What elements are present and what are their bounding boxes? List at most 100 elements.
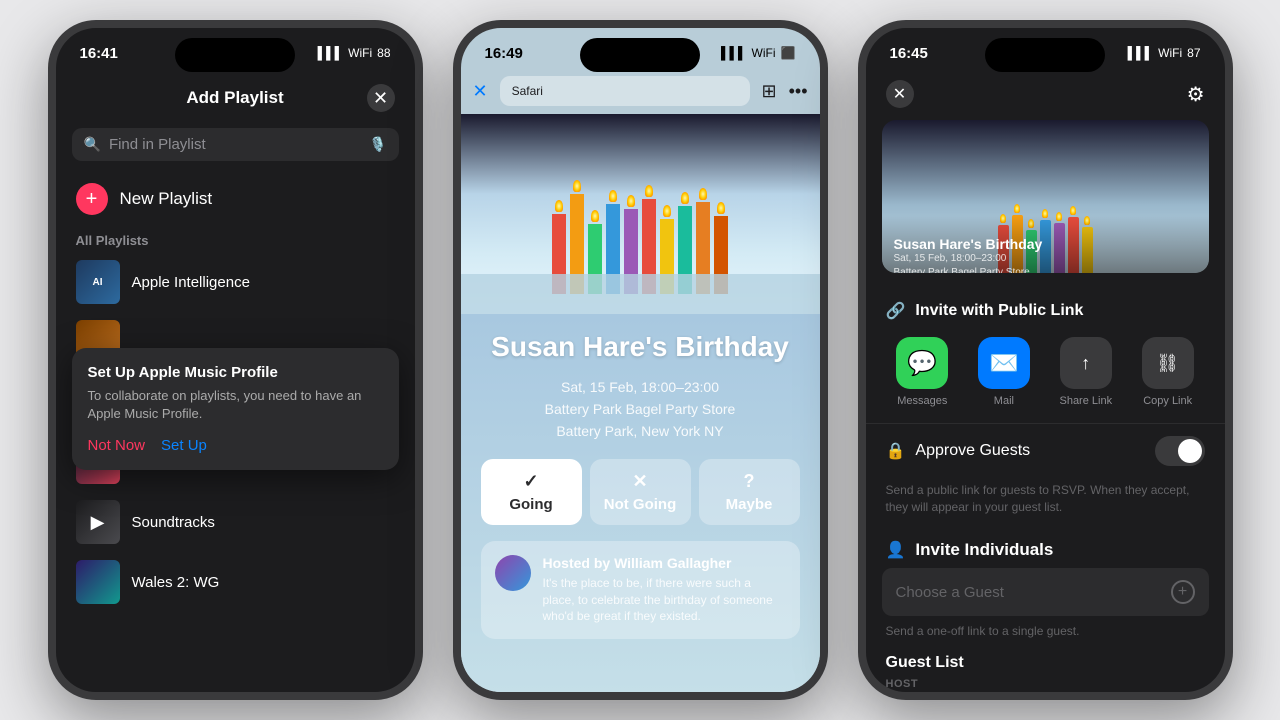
event-meta: Sat, 15 Feb, 18:00–23:00 Battery Park Ba… [481, 376, 800, 443]
toggle-knob [1178, 439, 1202, 463]
section-header: All Playlists [56, 225, 415, 252]
choose-guest-desc: Send a one-off link to a single guest. [866, 620, 1225, 646]
mail-label: Mail [994, 395, 1014, 407]
playlist-thumb [76, 560, 120, 604]
flame [573, 180, 581, 192]
avatar [495, 555, 531, 591]
battery-icon: 87 [1187, 46, 1200, 60]
invite-section-title: Invite with Public Link [915, 302, 1083, 320]
host-section-label: HOST [866, 676, 1225, 692]
host-text: Hosted by William Gallagher It's the pla… [543, 555, 786, 625]
filter-icon[interactable]: ⚙ [1187, 82, 1205, 107]
event-content: Susan Hare's Birthday Sat, 15 Feb, 18:00… [461, 314, 820, 692]
messages-share-item[interactable]: 💬 Messages [896, 337, 948, 407]
event-preview-image: Susan Hare's Birthday Sat, 15 Feb, 18:00… [882, 120, 1209, 273]
flame [591, 210, 599, 222]
new-playlist-row[interactable]: + New Playlist [56, 173, 415, 225]
battery-icon: 88 [377, 46, 390, 60]
wifi-icon: WiFi [752, 46, 776, 60]
hosted-card: Hosted by William Gallagher It's the pla… [481, 541, 800, 639]
maybe-button[interactable]: ? Maybe [699, 459, 800, 525]
preview-location: Battery Park Bagel Party Store [894, 266, 1197, 273]
share-icon[interactable]: ⊞ [762, 81, 777, 102]
copy-icon: ⛓ [1142, 337, 1194, 389]
search-input[interactable]: Find in Playlist [109, 136, 361, 153]
add-guest-button[interactable]: + [1171, 580, 1195, 604]
signal-icon: ▌▌▌ [318, 46, 344, 60]
mail-share-item[interactable]: ✉️ Mail [978, 337, 1030, 407]
close-button[interactable]: ✕ [367, 84, 395, 112]
search-icon: 🔍 [84, 136, 101, 153]
modal-header: Add Playlist ✕ [56, 72, 415, 124]
messages-icon: 💬 [896, 337, 948, 389]
more-icon[interactable]: ••• [789, 81, 808, 102]
plus-icon: + [76, 183, 108, 215]
flame [555, 200, 563, 212]
choose-guest-row[interactable]: Choose a Guest + [882, 568, 1209, 616]
maybe-icon: ? [744, 471, 755, 492]
flame [699, 188, 707, 200]
phone-invite: 16:45 ▌▌▌ WiFi 87 ✕ ⚙ Susan Hare's Birth… [858, 20, 1233, 700]
list-item[interactable]: ▶ Soundtracks [56, 492, 415, 552]
signal-icon: ▌▌▌ [721, 46, 747, 60]
rsvp-row: ✓ Going ✕ Not Going ? Maybe [481, 459, 800, 525]
not-now-button[interactable]: Not Now [88, 437, 146, 454]
playlist-name: Soundtracks [132, 514, 215, 531]
mic-icon[interactable]: 🎙️ [369, 136, 386, 153]
status-icons: ▌▌▌ WiFi 88 [318, 46, 391, 60]
tooltip-title: Set Up Apple Music Profile [88, 364, 383, 381]
modal-title: Add Playlist [104, 88, 367, 108]
flame [1014, 204, 1020, 213]
going-label: Going [509, 496, 552, 513]
choose-guest-placeholder: Choose a Guest [896, 584, 1004, 601]
set-up-button[interactable]: Set Up [161, 437, 207, 454]
dynamic-island [580, 38, 700, 72]
safari-bar[interactable]: Safari [500, 76, 750, 106]
event-title: Susan Hare's Birthday [481, 330, 800, 364]
tooltip-actions: Not Now Set Up [88, 437, 383, 454]
playlist-name: Wales 2: WG [132, 574, 220, 591]
hosted-desc: It's the place to be, if there were such… [543, 575, 786, 625]
hosted-by-label: Hosted by William Gallagher [543, 555, 786, 571]
event-preview-card: Susan Hare's Birthday Sat, 15 Feb, 18:00… [882, 120, 1209, 273]
event-date: Sat, 15 Feb, 18:00–23:00 [481, 376, 800, 398]
copy-link-item[interactable]: ⛓ Copy Link [1142, 337, 1194, 407]
playlist-thumb: ▶ [76, 500, 120, 544]
flame [609, 190, 617, 202]
going-button[interactable]: ✓ Going [481, 459, 582, 525]
list-item[interactable]: AI Apple Intelligence [56, 252, 415, 312]
playlist-list: AI Apple Intelligence Original Wales Tap… [56, 252, 415, 692]
list-item[interactable]: Wales 2: WG [56, 552, 415, 612]
phone-music: 16:41 ▌▌▌ WiFi 88 Add Playlist ✕ 🔍 Find … [48, 20, 423, 700]
person-icon: 👤 [886, 540, 906, 560]
search-bar[interactable]: 🔍 Find in Playlist 🎙️ [72, 128, 399, 161]
preview-date: Sat, 15 Feb, 18:00–23:00 [894, 252, 1197, 266]
mail-icon: ✉️ [978, 337, 1030, 389]
not-going-button[interactable]: ✕ Not Going [590, 459, 691, 525]
flame [681, 192, 689, 204]
signal-icon: ▌▌▌ [1128, 46, 1154, 60]
share-link-item[interactable]: ↑ Share Link [1059, 337, 1112, 407]
flame [1070, 206, 1076, 215]
playlist-thumb: AI [76, 260, 120, 304]
status-icons: ▌▌▌ WiFi ⬛ [721, 46, 795, 60]
wifi-icon: WiFi [348, 46, 372, 60]
event-hero-image [461, 114, 820, 314]
apple-music-profile-tooltip: Set Up Apple Music Profile To collaborat… [72, 348, 399, 470]
close-button[interactable]: ✕ [886, 80, 914, 108]
status-time: 16:41 [80, 45, 118, 62]
status-time: 16:45 [890, 45, 928, 62]
share-icons-row: 💬 Messages ✉️ Mail ↑ Share Link ⛓ Copy L… [866, 329, 1225, 423]
not-going-icon: ✕ [632, 471, 647, 492]
preview-title: Susan Hare's Birthday [894, 236, 1197, 252]
browser-label: Safari [512, 84, 543, 98]
close-button[interactable]: ✕ [473, 81, 488, 102]
invite-individuals-title: Invite Individuals [915, 540, 1053, 560]
link-icon: 🔗 [886, 301, 906, 321]
battery-icon: ⬛ [781, 46, 796, 60]
dynamic-island [985, 38, 1105, 72]
lock-icon: 🔒 [886, 441, 906, 461]
copy-link-label: Copy Link [1143, 395, 1192, 407]
approve-guests-toggle[interactable] [1155, 436, 1205, 466]
invite-individuals-section: 👤 Invite Individuals [866, 528, 1225, 568]
